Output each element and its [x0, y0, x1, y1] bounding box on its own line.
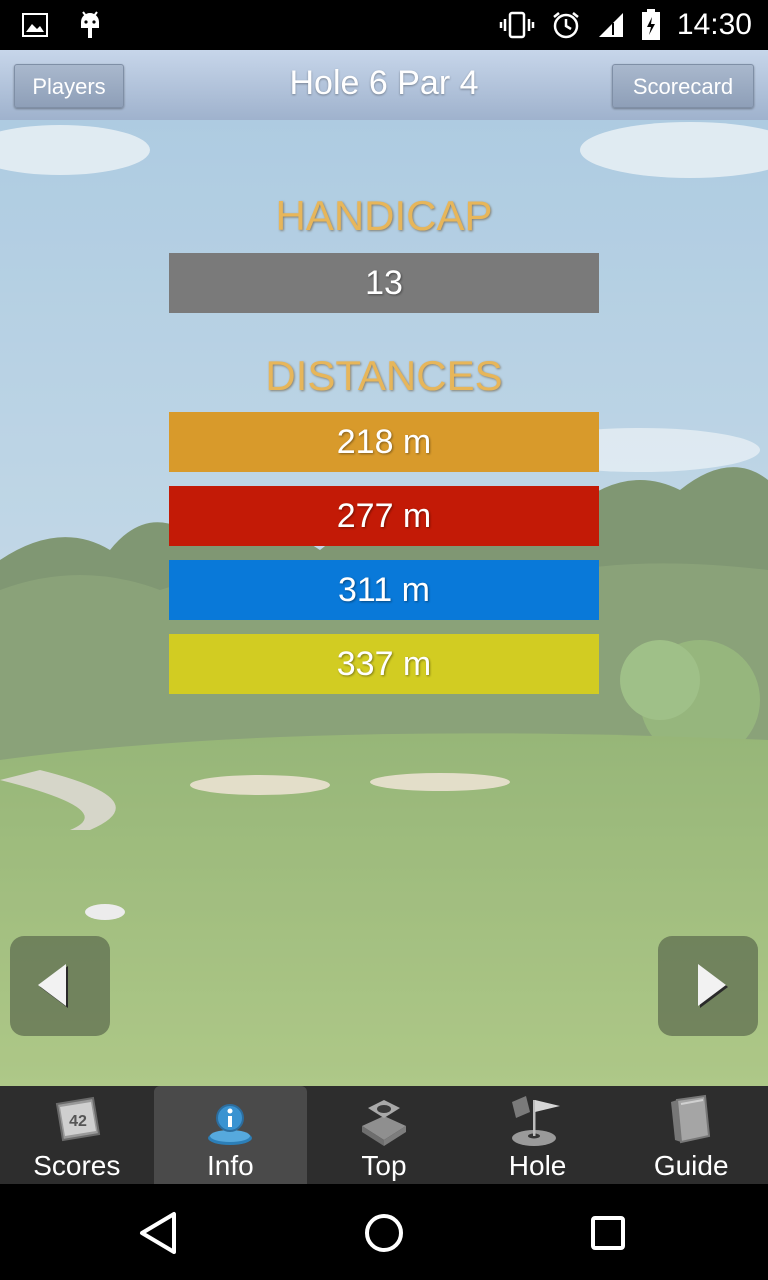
- vibrate-icon: [499, 11, 535, 39]
- bottom-tab-bar: 42 Scores Info Top Hole Guide: [0, 1086, 768, 1184]
- tab-scores[interactable]: 42 Scores: [0, 1086, 154, 1184]
- status-time: 14:30: [676, 8, 752, 41]
- top-icon: [361, 1100, 406, 1146]
- signal-icon: [598, 13, 623, 37]
- distances-heading: DISTANCES: [265, 352, 503, 399]
- image-icon: [22, 13, 48, 37]
- guide-book-icon: [671, 1094, 711, 1144]
- tab-info[interactable]: Info: [153, 1086, 308, 1184]
- tab-label: Guide: [653, 1150, 729, 1181]
- tab-guide[interactable]: Guide: [614, 1086, 768, 1184]
- handicap-heading: HANDICAP: [275, 192, 493, 239]
- next-hole-button[interactable]: [658, 936, 758, 1036]
- system-navigation-bar: [0, 1184, 768, 1280]
- previous-hole-button[interactable]: [10, 936, 110, 1036]
- distance-bar-orange: 218 m: [169, 412, 599, 472]
- distance-bar-yellow: 337 m: [169, 634, 599, 694]
- tab-label: Top: [361, 1150, 407, 1181]
- hole-info-panel: HANDICAP 13 DISTANCES 218 m 277 m 311 m …: [0, 120, 768, 1086]
- recents-icon[interactable]: [583, 1208, 633, 1258]
- tab-label: Scores: [33, 1150, 121, 1181]
- info-icon: [208, 1104, 253, 1145]
- handicap-value: 13: [169, 253, 599, 313]
- svg-text:42: 42: [69, 1113, 87, 1130]
- tab-label: Info: [207, 1150, 254, 1181]
- back-icon[interactable]: [134, 1208, 184, 1258]
- tab-top[interactable]: Top: [307, 1086, 461, 1184]
- status-bar: 14:30: [0, 0, 768, 50]
- title-bar: Players Hole 6 Par 4 Scorecard: [0, 50, 768, 120]
- android-icon: [81, 11, 99, 38]
- arrow-right-icon: [698, 964, 728, 1008]
- scores-icon: 42: [55, 1096, 100, 1142]
- distance-bar-blue: 311 m: [169, 560, 599, 620]
- hole-flag-icon: [511, 1096, 560, 1146]
- distance-bar-red: 277 m: [169, 486, 599, 546]
- scorecard-button[interactable]: Scorecard: [612, 64, 754, 108]
- tab-hole[interactable]: Hole: [461, 1086, 615, 1184]
- home-icon[interactable]: [359, 1208, 409, 1258]
- alarm-icon: [553, 12, 579, 39]
- tab-label: Hole: [508, 1150, 567, 1181]
- arrow-left-icon: [38, 964, 68, 1008]
- battery-icon: [641, 9, 660, 40]
